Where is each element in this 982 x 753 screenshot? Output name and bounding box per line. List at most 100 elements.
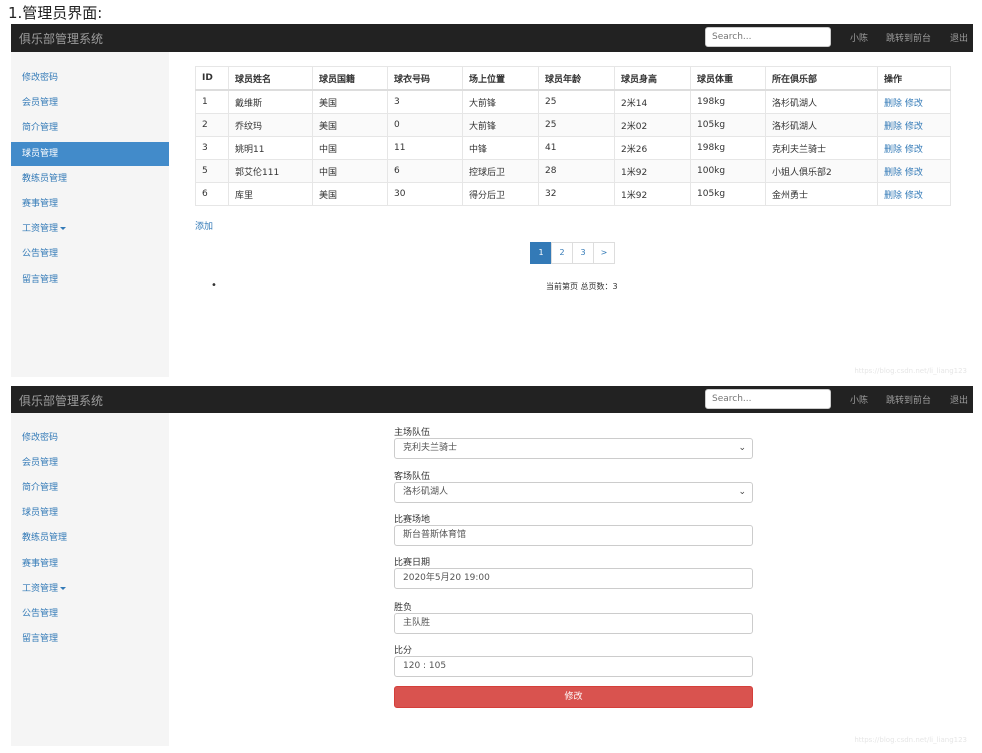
- cell-id: 1: [195, 89, 229, 114]
- home-team-value: 克利夫兰骑士: [403, 443, 458, 453]
- venue-input[interactable]: 斯台普斯体育馆: [394, 525, 753, 546]
- submit-edit-button[interactable]: 修改: [394, 686, 753, 708]
- cell-id: 2: [195, 113, 229, 137]
- sidebar-item-members[interactable]: 会员管理: [11, 451, 169, 475]
- cell-age: 28: [538, 159, 615, 183]
- cell-name: 戴维斯: [228, 89, 313, 114]
- list-bullet: •: [211, 280, 217, 291]
- sidebar-item-change-password[interactable]: 修改密码: [11, 66, 169, 90]
- caret-down-icon: [60, 587, 67, 590]
- cell-number: 0: [387, 113, 463, 137]
- user-name-link[interactable]: 小陈: [850, 393, 868, 406]
- user-name-link[interactable]: 小陈: [850, 31, 868, 44]
- sidebar-item-players[interactable]: 球员管理: [11, 142, 169, 166]
- delete-link[interactable]: 删除: [884, 145, 902, 155]
- cell-id: 6: [195, 182, 229, 206]
- delete-link[interactable]: 删除: [884, 191, 902, 201]
- cell-actions: 删除 修改: [877, 113, 951, 137]
- logout-link[interactable]: 退出: [950, 393, 968, 406]
- header-height: 球员身高: [614, 66, 691, 91]
- cell-age: 32: [538, 182, 615, 206]
- chevron-down-icon: ⌄: [738, 487, 746, 497]
- sidebar-item-players[interactable]: 球员管理: [11, 501, 169, 525]
- sidebar-item-members[interactable]: 会员管理: [11, 91, 169, 115]
- sidebar-item-label: 工资管理: [22, 584, 59, 594]
- sidebar-item-salary[interactable]: 工资管理: [11, 577, 169, 601]
- cell-name: 姚明11: [228, 136, 313, 160]
- cell-nationality: 美国: [312, 113, 388, 137]
- sidebar-item-intro[interactable]: 简介管理: [11, 476, 169, 500]
- cell-nationality: 美国: [312, 182, 388, 206]
- score-input[interactable]: 120 : 105: [394, 656, 753, 677]
- cell-id: 5: [195, 159, 229, 183]
- app-brand[interactable]: 俱乐部管理系统: [19, 392, 103, 409]
- date-input[interactable]: 2020年5月20 19:00: [394, 568, 753, 589]
- edit-link[interactable]: 修改: [905, 168, 923, 178]
- players-table: ID 球员姓名 球员国籍 球衣号码 场上位置 球员年龄 球员身高 球员体重 所在…: [195, 66, 951, 206]
- frontend-link[interactable]: 跳转到前台: [886, 393, 931, 406]
- table-row: 6 库里 美国 30 得分后卫 32 1米92 105kg 金州勇士 删除 修改: [195, 182, 951, 206]
- watermark: https://blog.csdn.net/li_liang123: [854, 736, 967, 744]
- page-info: 当前第页 总页数：3: [546, 282, 618, 291]
- delete-link[interactable]: 删除: [884, 122, 902, 132]
- cell-number: 3: [387, 89, 463, 114]
- header-number: 球衣号码: [387, 66, 463, 91]
- sidebar-item-notices[interactable]: 公告管理: [11, 602, 169, 626]
- next-page-button[interactable]: >: [593, 242, 615, 264]
- search-input[interactable]: [705, 27, 831, 47]
- app-brand[interactable]: 俱乐部管理系统: [19, 30, 103, 47]
- page-button-3[interactable]: 3: [572, 242, 594, 264]
- result-input[interactable]: 主队胜: [394, 613, 753, 634]
- away-team-value: 洛杉矶湖人: [403, 487, 449, 497]
- cell-actions: 删除 修改: [877, 136, 951, 160]
- away-team-select[interactable]: 洛杉矶湖人 ⌄: [394, 482, 753, 503]
- page-button-1[interactable]: 1: [530, 242, 552, 264]
- cell-position: 得分后卫: [462, 182, 539, 206]
- sidebar: 修改密码 会员管理 简介管理 球员管理 教练员管理 赛事管理 工资管理 公告管理…: [11, 413, 169, 746]
- edit-link[interactable]: 修改: [905, 122, 923, 132]
- cell-height: 1米92: [614, 182, 691, 206]
- cell-weight: 105kg: [690, 182, 766, 206]
- header-weight: 球员体重: [690, 66, 766, 91]
- header-position: 场上位置: [462, 66, 539, 91]
- date-label: 比赛日期: [394, 558, 431, 568]
- header-nationality: 球员国籍: [312, 66, 388, 91]
- cell-actions: 删除 修改: [877, 182, 951, 206]
- chevron-down-icon: ⌄: [738, 443, 746, 453]
- cell-actions: 删除 修改: [877, 89, 951, 114]
- sidebar-item-salary[interactable]: 工资管理: [11, 217, 169, 241]
- venue-label: 比赛场地: [394, 515, 431, 525]
- edit-link[interactable]: 修改: [905, 99, 923, 109]
- edit-link[interactable]: 修改: [905, 145, 923, 155]
- frontend-link[interactable]: 跳转到前台: [886, 31, 931, 44]
- sidebar-item-coaches[interactable]: 教练员管理: [11, 526, 169, 550]
- sidebar-item-notices[interactable]: 公告管理: [11, 242, 169, 266]
- sidebar-item-messages[interactable]: 留言管理: [11, 627, 169, 651]
- add-player-link[interactable]: 添加: [195, 219, 213, 232]
- sidebar-item-label: 工资管理: [22, 224, 59, 234]
- delete-link[interactable]: 删除: [884, 99, 902, 109]
- delete-link[interactable]: 删除: [884, 168, 902, 178]
- search-input[interactable]: [705, 389, 831, 409]
- edit-link[interactable]: 修改: [905, 191, 923, 201]
- page-heading: 1.管理员界面:: [8, 4, 103, 22]
- cell-club: 克利夫兰骑士: [765, 136, 878, 160]
- sidebar: 修改密码 会员管理 简介管理 球员管理 教练员管理 赛事管理 工资管理 公告管理…: [11, 52, 169, 377]
- cell-club: 洛杉矶湖人: [765, 89, 878, 114]
- home-team-select[interactable]: 克利夫兰骑士 ⌄: [394, 438, 753, 459]
- header-name: 球员姓名: [228, 66, 313, 91]
- sidebar-item-change-password[interactable]: 修改密码: [11, 426, 169, 450]
- sidebar-item-intro[interactable]: 简介管理: [11, 116, 169, 140]
- cell-weight: 100kg: [690, 159, 766, 183]
- cell-age: 25: [538, 113, 615, 137]
- logout-link[interactable]: 退出: [950, 31, 968, 44]
- sidebar-item-matches[interactable]: 赛事管理: [11, 192, 169, 216]
- cell-position: 大前锋: [462, 89, 539, 114]
- table-header-row: ID 球员姓名 球员国籍 球衣号码 场上位置 球员年龄 球员身高 球员体重 所在…: [195, 66, 951, 91]
- top-navbar: 俱乐部管理系统 小陈 跳转到前台 退出: [11, 386, 973, 413]
- page-button-2[interactable]: 2: [551, 242, 573, 264]
- cell-number: 6: [387, 159, 463, 183]
- sidebar-item-matches[interactable]: 赛事管理: [11, 552, 169, 576]
- sidebar-item-coaches[interactable]: 教练员管理: [11, 167, 169, 191]
- sidebar-item-messages[interactable]: 留言管理: [11, 268, 169, 292]
